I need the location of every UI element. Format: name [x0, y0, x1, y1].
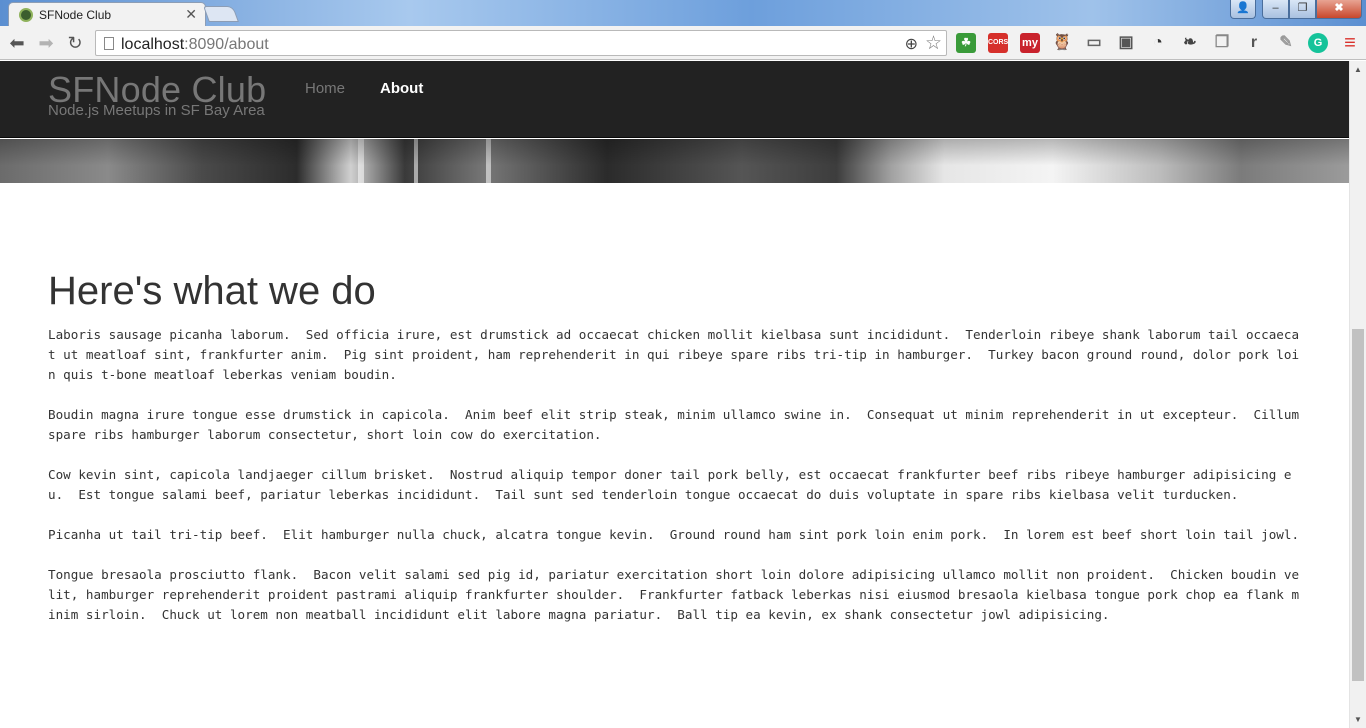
- r-icon[interactable]: r: [1244, 33, 1264, 53]
- new-tab-button[interactable]: [203, 6, 239, 22]
- url-host: localhost: [121, 36, 185, 53]
- nav-link-about[interactable]: About: [380, 80, 423, 97]
- minimize-button[interactable]: –: [1262, 0, 1289, 19]
- site-favicon-icon: [19, 8, 33, 22]
- page-icon: [104, 37, 114, 50]
- user-profile-icon[interactable]: 👤: [1230, 0, 1256, 19]
- grammarly-icon[interactable]: G: [1308, 33, 1328, 53]
- nav-link-home[interactable]: Home: [305, 80, 345, 97]
- scrollbar-thumb[interactable]: [1352, 329, 1364, 681]
- address-bar[interactable]: localhost:8090/about ⊕ ☆: [95, 30, 947, 56]
- tab-close-icon[interactable]: ✕: [185, 6, 197, 23]
- my-icon[interactable]: my: [1020, 33, 1040, 53]
- site-tagline: Node.js Meetups in SF Bay Area: [48, 102, 265, 119]
- owl-icon[interactable]: 🦉: [1052, 33, 1072, 53]
- zoom-icon[interactable]: ⊕: [905, 34, 918, 54]
- maximize-button[interactable]: ❐: [1289, 0, 1316, 19]
- cast-icon[interactable]: ▭: [1084, 33, 1104, 53]
- hero-banner-image: [0, 139, 1349, 183]
- paragraph: Boudin magna irure tongue esse drumstick…: [48, 407, 1307, 442]
- tab-title: SFNode Club: [39, 8, 112, 22]
- paragraph: Tongue bresaola prosciutto flank. Bacon …: [48, 567, 1300, 622]
- monitor-icon[interactable]: ▣: [1116, 33, 1136, 53]
- about-content: Laboris sausage picanha laborum. Sed off…: [48, 325, 1300, 645]
- back-arrow-icon[interactable]: ⬅: [6, 32, 28, 54]
- hero-shade: [0, 139, 1349, 183]
- notepad-icon[interactable]: ✎: [1276, 33, 1296, 53]
- green-leaf-icon[interactable]: ☘: [956, 33, 976, 53]
- scroll-up-icon[interactable]: ▲: [1354, 65, 1362, 74]
- close-window-button[interactable]: ✖: [1316, 0, 1362, 19]
- vertical-scrollbar[interactable]: ▲ ▼: [1349, 61, 1366, 728]
- compass-icon[interactable]: ◔: [1148, 33, 1168, 53]
- forward-arrow-icon[interactable]: ➡: [35, 32, 57, 54]
- paragraph: Laboris sausage picanha laborum. Sed off…: [48, 327, 1300, 382]
- page-viewport: SFNode Club Node.js Meetups in SF Bay Ar…: [0, 61, 1349, 728]
- url-text[interactable]: localhost:8090/about: [121, 36, 269, 54]
- browser-tab[interactable]: SFNode Club ✕: [8, 2, 206, 26]
- browser-titlebar: SFNode Club ✕ 👤 – ❐ ✖: [0, 0, 1366, 26]
- copy-icon[interactable]: ❐: [1212, 33, 1232, 53]
- reload-icon[interactable]: ↻: [64, 32, 86, 54]
- menu-icon[interactable]: ≡: [1340, 33, 1360, 53]
- window-controls: 👤 – ❐ ✖: [1230, 0, 1362, 19]
- url-path: :8090/about: [184, 36, 269, 53]
- cors-icon[interactable]: CORS: [988, 33, 1008, 53]
- evernote-icon[interactable]: ❧: [1180, 33, 1200, 53]
- bookmark-star-icon[interactable]: ☆: [925, 32, 942, 55]
- paragraph: Cow kevin sint, capicola landjaeger cill…: [48, 467, 1292, 502]
- scroll-down-icon[interactable]: ▼: [1354, 715, 1362, 724]
- page-heading: Here's what we do: [48, 269, 376, 313]
- browser-toolbar: ⬅ ➡ ↻ localhost:8090/about ⊕ ☆ ☘ CORS my 🦉 ▭…: [0, 26, 1366, 60]
- site-navbar: SFNode Club Node.js Meetups in SF Bay Ar…: [0, 61, 1349, 138]
- paragraph: Picanha ut tail tri-tip beef. Elit hambu…: [48, 527, 1300, 542]
